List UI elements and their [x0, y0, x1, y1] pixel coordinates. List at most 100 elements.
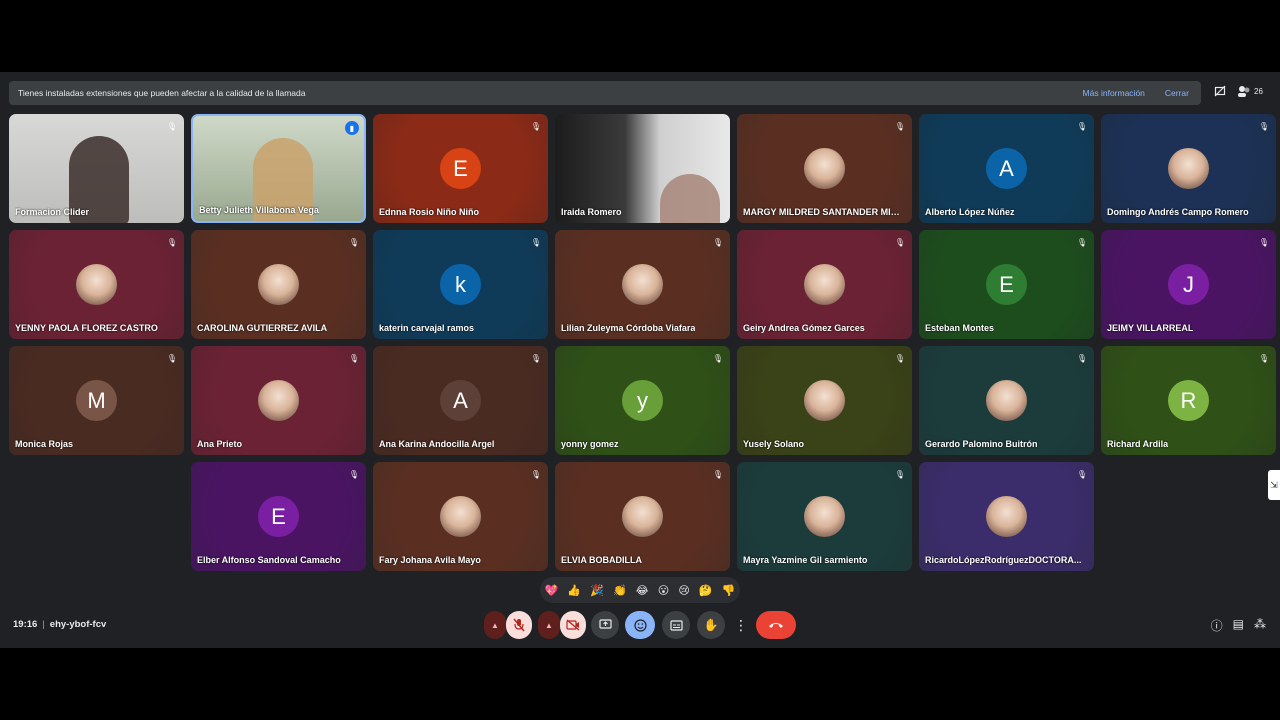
- reaction-emoji[interactable]: 🎉: [590, 584, 604, 597]
- participant-name: YENNY PAOLA FLOREZ CASTRO: [15, 323, 158, 333]
- participant-tile[interactable]: J JEIMY VILLARREAL 🎙: [1101, 230, 1276, 339]
- avatar: [1168, 148, 1209, 189]
- hidden-tiles-icon[interactable]: [1210, 81, 1230, 101]
- camera-toggle-button[interactable]: [560, 611, 586, 639]
- mic-off-icon: 🎙: [530, 237, 542, 247]
- mic-off-icon: 🎙: [894, 121, 906, 131]
- participant-tile[interactable]: Lilian Zuleyma Córdoba Viafara 🎙: [555, 230, 730, 339]
- more-icon: ⋮: [734, 617, 748, 633]
- reaction-emoji[interactable]: 😮: [658, 584, 669, 597]
- participant-tile[interactable]: MARGY MILDRED SANTANDER MIEL... 🎙: [737, 114, 912, 223]
- mic-off-icon: [513, 618, 525, 632]
- participant-tile[interactable]: R Richard Ardila 🎙: [1101, 346, 1276, 455]
- chat-icon[interactable]: ▤: [1233, 617, 1244, 634]
- participant-name: Mayra Yazmine Gil sarmiento: [743, 555, 868, 565]
- participant-name: Ana Karina Andocilla Argel: [379, 439, 495, 449]
- participant-tile[interactable]: Formacion Clider 🎙: [9, 114, 184, 223]
- participant-tile[interactable]: A Ana Karina Andocilla Argel 🎙: [373, 346, 548, 455]
- mic-off-icon: 🎙: [348, 353, 360, 363]
- video-options-button[interactable]: ▲: [538, 611, 560, 639]
- avatar: [622, 264, 663, 305]
- mic-off-icon: 🎙: [1076, 237, 1088, 247]
- participant-name: JEIMY VILLARREAL: [1107, 323, 1194, 333]
- participant-name: Formacion Clider: [15, 207, 90, 217]
- close-banner-button[interactable]: Cerrar: [1165, 88, 1189, 98]
- avatar-initial: A: [986, 148, 1027, 189]
- audio-options-button[interactable]: ▲: [484, 611, 506, 639]
- mic-off-icon: 🎙: [1076, 469, 1088, 479]
- activities-icon[interactable]: ⁂: [1254, 617, 1266, 634]
- extensions-warning-banner: Tienes instaladas extensiones que pueden…: [9, 81, 1201, 105]
- participant-name: Fary Johana Avila Mayo: [379, 555, 481, 565]
- reaction-emoji[interactable]: 👏: [613, 584, 627, 597]
- mic-off-icon: 🎙: [1076, 353, 1088, 363]
- participant-tile[interactable]: Mayra Yazmine Gil sarmiento 🎙: [737, 462, 912, 571]
- participant-name: Elber Alfonso Sandoval Camacho: [197, 555, 341, 565]
- avatar-initial: R: [1168, 380, 1209, 421]
- participant-name: Alberto López Núñez: [925, 207, 1015, 217]
- participant-tile[interactable]: A Alberto López Núñez 🎙: [919, 114, 1094, 223]
- participant-video: [660, 174, 720, 223]
- chevron-up-icon: ▲: [545, 620, 553, 630]
- participant-name: RicardoLópezRodríguezDOCTORA...: [925, 555, 1082, 565]
- present-icon: [598, 619, 612, 629]
- avatar-initial: J: [1168, 264, 1209, 305]
- reaction-emoji[interactable]: 🤔: [699, 584, 713, 597]
- mic-off-icon: 🎙: [530, 121, 542, 131]
- participant-name: Ednna Rosio Niño Niño: [379, 207, 479, 217]
- participant-tile[interactable]: YENNY PAOLA FLOREZ CASTRO 🎙: [9, 230, 184, 339]
- participant-tile[interactable]: M Monica Rojas 🎙: [9, 346, 184, 455]
- participant-name: ELVIA BOBADILLA: [561, 555, 642, 565]
- participant-name: Lilian Zuleyma Córdoba Viafara: [561, 323, 696, 333]
- more-info-link[interactable]: Más información: [1083, 88, 1145, 98]
- reaction-emoji[interactable]: 😢: [678, 584, 689, 597]
- mic-off-icon: 🎙: [894, 237, 906, 247]
- mic-off-icon: 🎙: [348, 237, 360, 247]
- participant-name: Monica Rojas: [15, 439, 74, 449]
- participant-tile[interactable]: y yonny gomez 🎙: [555, 346, 730, 455]
- meeting-time: 19:16: [13, 619, 38, 630]
- reactions-button[interactable]: [625, 611, 655, 639]
- leave-call-button[interactable]: [756, 611, 796, 639]
- participant-tile[interactable]: E Ednna Rosio Niño Niño 🎙: [373, 114, 548, 223]
- mic-off-icon: 🎙: [166, 237, 178, 247]
- raise-hand-button[interactable]: ✋: [697, 611, 725, 639]
- participant-tile[interactable]: RicardoLópezRodríguezDOCTORA... 🎙: [919, 462, 1094, 571]
- participant-name: CAROLINA GUTIERREZ AVILA: [197, 323, 328, 333]
- reaction-emoji[interactable]: 👎: [722, 584, 736, 597]
- mic-off-icon: 🎙: [712, 353, 724, 363]
- avatar: [622, 496, 663, 537]
- people-icon: [1238, 86, 1250, 97]
- participant-tile[interactable]: Gerardo Palomino Buitrón 🎙: [919, 346, 1094, 455]
- side-panel-handle[interactable]: ⇲: [1268, 470, 1280, 500]
- participant-tile[interactable]: E Elber Alfonso Sandoval Camacho 🎙: [191, 462, 366, 571]
- participant-tile[interactable]: Ana Prieto 🎙: [191, 346, 366, 455]
- present-screen-button[interactable]: [591, 611, 619, 639]
- participant-tile[interactable]: Betty Julieth Villabona Vega ▮: [191, 114, 366, 223]
- participant-tile[interactable]: Yusely Solano 🎙: [737, 346, 912, 455]
- reaction-emoji[interactable]: 😂: [636, 584, 649, 597]
- microphone-toggle-button[interactable]: [506, 611, 532, 639]
- participant-tile[interactable]: Domingo Andrés Campo Romero 🎙: [1101, 114, 1276, 223]
- mic-off-icon: 🎙: [1076, 121, 1088, 131]
- participant-tile[interactable]: Fary Johana Avila Mayo 🎙: [373, 462, 548, 571]
- reactions-bar: 💖 👍 🎉 👏 😂 😮 😢 🤔 👎: [540, 577, 740, 603]
- reaction-emoji[interactable]: 👍: [567, 584, 581, 597]
- reaction-emoji[interactable]: 💖: [545, 584, 559, 597]
- captions-button[interactable]: [662, 611, 690, 639]
- participant-tile[interactable]: E Esteban Montes 🎙: [919, 230, 1094, 339]
- info-icon[interactable]: ⓘ: [1211, 617, 1223, 634]
- participant-tile[interactable]: Geiry Andrea Gómez Garces 🎙: [737, 230, 912, 339]
- participant-tile[interactable]: Iraida Romero: [555, 114, 730, 223]
- participants-button[interactable]: 26: [1236, 85, 1266, 97]
- participant-name: Domingo Andrés Campo Romero: [1107, 207, 1249, 217]
- participant-tile[interactable]: k katerin carvajal ramos 🎙: [373, 230, 548, 339]
- avatar: [986, 380, 1027, 421]
- captions-icon: [669, 619, 683, 631]
- mic-off-icon: 🎙: [1258, 121, 1270, 131]
- participant-tile[interactable]: CAROLINA GUTIERREZ AVILA 🎙: [191, 230, 366, 339]
- avatar: [258, 380, 299, 421]
- top-right-icons: 26: [1210, 81, 1266, 101]
- more-options-button[interactable]: ⋮: [731, 611, 751, 639]
- participant-tile[interactable]: ELVIA BOBADILLA 🎙: [555, 462, 730, 571]
